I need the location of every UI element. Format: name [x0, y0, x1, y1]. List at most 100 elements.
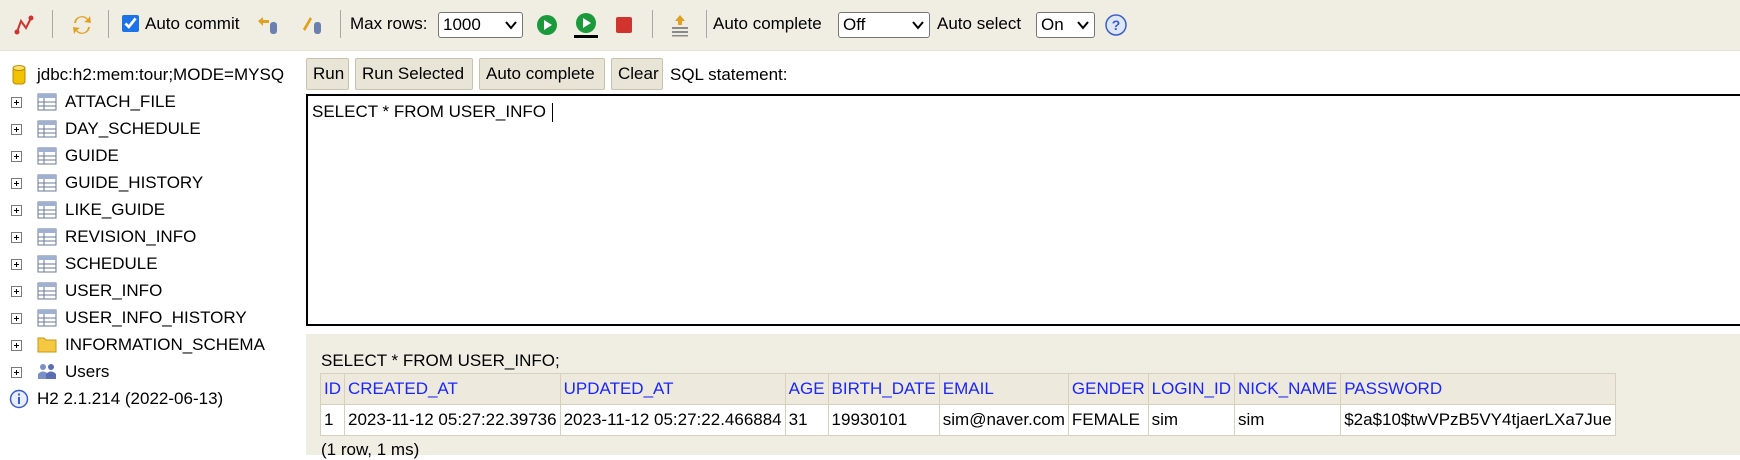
help-icon[interactable]: ? [1104, 13, 1128, 37]
info-icon [9, 389, 29, 409]
column-header[interactable]: LOGIN_ID [1147, 373, 1236, 405]
expand-icon[interactable] [11, 205, 22, 216]
table-label: DAY_SCHEDULE [65, 119, 201, 138]
table-label: SCHEDULE [65, 254, 158, 273]
table-label: USER_INFO_HISTORY [65, 308, 247, 327]
chevron-down-icon [505, 21, 517, 30]
expand-icon[interactable] [11, 340, 22, 351]
column-header[interactable]: UPDATED_AT [559, 373, 786, 405]
table-cell[interactable]: $2a$10$twVPzB5VY4tjaerLXa7Jue [1340, 404, 1616, 436]
auto-complete-label: Auto complete [713, 14, 822, 33]
stop-icon[interactable] [612, 13, 636, 37]
column-header[interactable]: GENDER [1067, 373, 1149, 405]
expand-icon[interactable] [11, 232, 22, 243]
run-icon[interactable] [535, 13, 559, 37]
expand-icon[interactable] [11, 367, 22, 378]
expand-icon[interactable] [11, 178, 22, 189]
auto-complete-value: Off [843, 15, 866, 34]
column-header[interactable]: CREATED_AT [344, 373, 561, 405]
table-icon [37, 174, 57, 192]
table-icon [37, 282, 57, 300]
sql-editor-text: SELECT * FROM USER_INFO [312, 102, 546, 121]
version-label: H2 2.1.214 (2022-06-13) [37, 389, 224, 408]
column-header[interactable]: PASSWORD [1340, 373, 1616, 405]
table-label: REVISION_INFO [65, 227, 197, 246]
table-cell[interactable]: 1 [320, 404, 345, 436]
table-cell[interactable]: 19930101 [827, 404, 940, 436]
table-cell[interactable]: sim [1147, 404, 1236, 436]
auto-select-select[interactable]: On [1036, 12, 1095, 38]
users-label: Users [65, 362, 110, 381]
toolbar: Auto commit Max rows: 1000 Auto complete [0, 0, 1740, 51]
max-rows-select[interactable]: 1000 [438, 12, 523, 38]
auto-commit-label: Auto commit [145, 14, 240, 33]
column-header[interactable]: ID [320, 373, 345, 405]
disconnect-icon[interactable] [12, 13, 36, 37]
table-icon [37, 228, 57, 246]
refresh-icon[interactable] [70, 13, 94, 37]
svg-text:?: ? [1112, 17, 1121, 33]
run-selected-button[interactable]: Run Selected [355, 58, 473, 90]
table-cell[interactable]: sim [1233, 404, 1342, 436]
table-row: 1 2023-11-12 05:27:22.39736 2023-11-12 05:… [320, 404, 1616, 436]
table-label: LIKE_GUIDE [65, 200, 166, 219]
folder-icon [37, 337, 57, 353]
column-header[interactable]: AGE [784, 373, 829, 405]
expand-icon[interactable] [11, 313, 22, 324]
run-button[interactable]: Run [306, 58, 349, 90]
table-label: ATTACH_FILE [65, 92, 176, 111]
column-header[interactable]: EMAIL [938, 373, 1069, 405]
column-header[interactable]: BIRTH_DATE [827, 373, 940, 405]
table-cell[interactable]: sim@naver.com [938, 404, 1069, 436]
table-label: USER_INFO [65, 281, 163, 300]
clear-button[interactable]: Clear [611, 58, 663, 90]
table-label: GUIDE_HISTORY [65, 173, 204, 192]
rollback-icon[interactable] [256, 13, 280, 37]
table-cell[interactable]: 2023-11-12 05:27:22.39736 [344, 404, 561, 436]
table-icon [37, 93, 57, 111]
table-icon [37, 255, 57, 273]
expand-icon[interactable] [11, 286, 22, 297]
table-cell[interactable]: FEMALE [1067, 404, 1149, 436]
result-header-row: ID CREATED_AT UPDATED_AT AGE BIRTH_DATE EMAIL… [320, 373, 1616, 405]
table-label: GUIDE [65, 146, 119, 165]
auto-commit-checkbox[interactable] [122, 15, 139, 32]
max-rows-label: Max rows: [350, 14, 428, 33]
table-icon [37, 309, 57, 327]
row-count: (1 row, 1 ms) [321, 440, 420, 459]
commit-icon[interactable] [300, 13, 324, 37]
schema-label: INFORMATION_SCHEMA [65, 335, 265, 354]
sql-statement-label: SQL statement: [670, 65, 788, 84]
expand-icon[interactable] [11, 151, 22, 162]
auto-complete-select[interactable]: Off [838, 12, 930, 38]
chevron-down-icon [912, 21, 924, 30]
run-selected-icon[interactable] [572, 11, 600, 39]
table-cell[interactable]: 31 [784, 404, 829, 436]
result-table: ID CREATED_AT UPDATED_AT AGE BIRTH_DATE EMAIL… [320, 373, 1616, 436]
column-header[interactable]: NICK_NAME [1233, 373, 1342, 405]
auto-complete-button[interactable]: Auto complete [479, 58, 605, 90]
auto-select-label: Auto select [937, 14, 1022, 33]
database-icon [12, 65, 26, 85]
toolbar-separator [706, 10, 707, 38]
sql-editor[interactable]: SELECT * FROM USER_INFO [306, 94, 1740, 326]
table-icon [37, 147, 57, 165]
table-icon [37, 201, 57, 219]
result-query: SELECT * FROM USER_INFO; [321, 351, 560, 370]
expand-icon[interactable] [11, 259, 22, 270]
toolbar-separator [340, 10, 341, 38]
toolbar-separator [52, 10, 53, 38]
auto-select-value: On [1041, 15, 1064, 34]
users-icon [38, 364, 56, 379]
table-cell[interactable]: 2023-11-12 05:27:22.466884 [559, 404, 786, 436]
toolbar-separator [652, 10, 653, 38]
history-icon[interactable] [668, 13, 692, 37]
chevron-down-icon [1077, 21, 1089, 30]
expand-icon[interactable] [11, 97, 22, 108]
max-rows-value: 1000 [443, 15, 481, 34]
expand-icon[interactable] [11, 124, 22, 135]
table-icon [37, 120, 57, 138]
connection-label: jdbc:h2:mem:tour;MODE=MYSQ [37, 65, 285, 84]
text-caret [551, 103, 553, 123]
toolbar-separator [108, 10, 109, 38]
